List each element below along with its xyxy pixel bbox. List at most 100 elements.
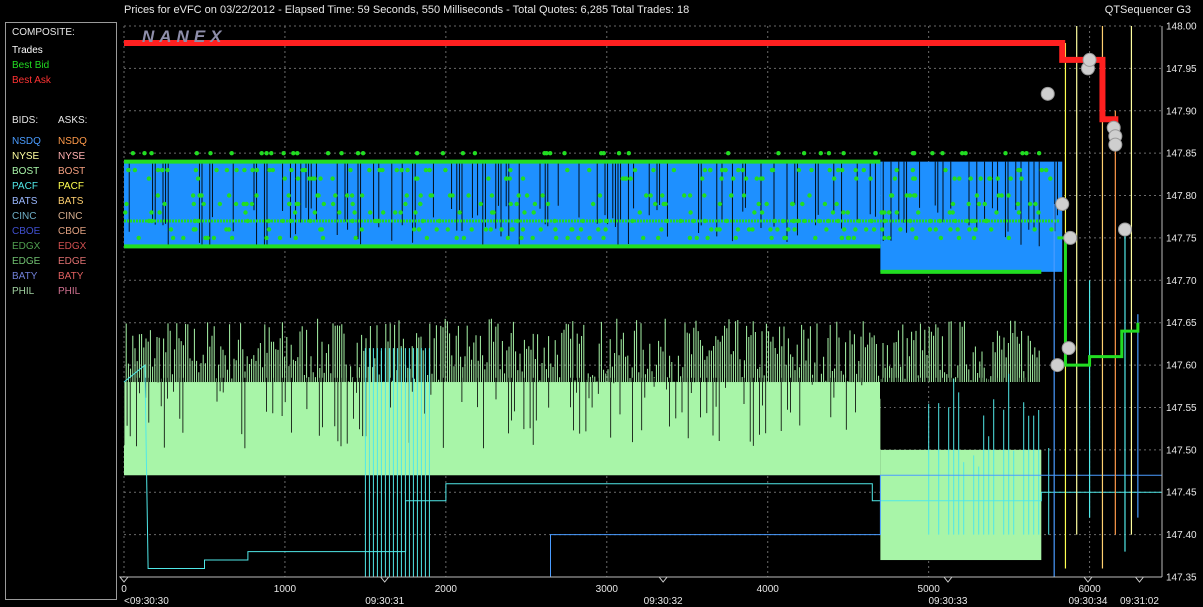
best-bid-dot [224, 227, 229, 232]
best-bid-dot [790, 201, 795, 207]
best-bid-tick [880, 219, 882, 223]
trade-marker [1061, 341, 1076, 356]
best-bid-dot [287, 201, 292, 207]
best-bid-tick [718, 219, 720, 223]
best-bid-tick [889, 219, 891, 223]
best-bid-tick [154, 219, 156, 223]
best-bid-dot [880, 210, 885, 215]
best-bid-tick [913, 219, 915, 223]
best-bid-dot [520, 176, 526, 181]
best-bid-dot [242, 167, 247, 173]
best-bid-dot [596, 227, 601, 232]
best-bid-dot [192, 227, 197, 232]
best-bid-tick [994, 219, 996, 223]
best-bid-dot [601, 151, 606, 156]
best-bid-dot [910, 167, 915, 173]
best-bid-tick [682, 219, 684, 223]
best-bid-dot [601, 235, 606, 241]
best-bid-dot [381, 210, 386, 215]
y-tick-label: 147.90 [1166, 106, 1197, 117]
best-bid-dot [259, 151, 264, 156]
best-bid-dot [553, 227, 558, 232]
best-bid-tick [952, 219, 954, 223]
best-bid-tick [244, 219, 246, 223]
best-bid-tick [478, 219, 480, 223]
best-bid-tick [1024, 219, 1026, 223]
best-bid-tick [166, 219, 168, 223]
best-bid-tick [439, 219, 441, 223]
best-bid-dot [603, 227, 608, 232]
best-bid-tick [670, 219, 672, 223]
best-bid-dot [160, 167, 165, 173]
best-bid-dot [637, 210, 642, 215]
best-bid-dot [702, 193, 707, 198]
y-tick-label: 147.45 [1166, 488, 1197, 499]
best-bid-tick [496, 219, 498, 223]
best-bid-tick [334, 219, 336, 223]
best-bid-dot [217, 201, 223, 207]
best-bid-tick [778, 219, 780, 223]
best-bid-dot [355, 151, 361, 156]
best-bid-dot [792, 227, 797, 232]
best-bid-tick [550, 219, 552, 223]
best-bid-dot [269, 151, 274, 156]
best-bid-dot [339, 151, 344, 156]
best-bid-tick [415, 219, 417, 223]
best-bid-tick [502, 219, 504, 223]
best-bid-tick [238, 219, 240, 223]
best-bid-dot [405, 167, 410, 173]
best-bid-tick [361, 219, 363, 223]
best-bid-dot [729, 193, 734, 198]
best-bid-dot [845, 210, 850, 215]
best-bid-dot [296, 201, 301, 207]
best-bid-tick [307, 219, 309, 223]
best-bid-dot [1015, 201, 1021, 207]
best-bid-tick [679, 219, 681, 223]
best-bid-tick [1057, 219, 1059, 223]
best-bid-tick [181, 219, 183, 223]
best-bid-tick [934, 219, 936, 223]
best-bid-dot [590, 201, 596, 207]
best-bid-tick [553, 219, 555, 223]
best-bid-tick [748, 219, 750, 223]
best-bid-tick [175, 219, 177, 223]
best-bid-dot [754, 176, 759, 181]
best-bid-dot [966, 201, 971, 207]
best-bid-tick [979, 219, 981, 223]
best-bid-dot [842, 227, 847, 232]
best-bid-tick [409, 219, 411, 223]
best-bid-tick [586, 219, 588, 223]
best-bid-dot [197, 193, 202, 198]
best-bid-dot [460, 151, 466, 156]
best-bid-tick [394, 219, 396, 223]
best-bid-dot [214, 167, 219, 173]
best-bid-dot [368, 210, 373, 215]
best-bid-dot [886, 210, 892, 215]
best-bid-tick [256, 219, 258, 223]
best-bid-tick [946, 219, 948, 223]
best-bid-dot [845, 235, 851, 241]
best-bid-tick [265, 219, 267, 223]
best-bid-dot [350, 201, 355, 207]
best-bid-dot [801, 151, 807, 156]
trade-marker [1055, 197, 1070, 212]
best-bid-dot [325, 151, 331, 156]
y-tick-label: 147.60 [1166, 361, 1197, 372]
best-bid-tick [421, 219, 423, 223]
best-bid-tick [436, 219, 438, 223]
best-bid-tick [1015, 219, 1017, 223]
best-bid-dot [507, 176, 512, 181]
best-bid-dot [733, 235, 738, 241]
best-bid-dot [947, 210, 952, 215]
best-bid-tick [907, 219, 909, 223]
best-bid-tick [262, 219, 264, 223]
best-bid-tick [628, 219, 630, 223]
best-bid-tick [226, 219, 228, 223]
best-bid-dot [393, 210, 398, 215]
best-bid-dot [295, 176, 301, 181]
best-bid-tick [202, 219, 204, 223]
best-bid-dot [466, 193, 471, 198]
best-bid-tick [400, 219, 402, 223]
best-bid-tick [481, 219, 483, 223]
best-bid-tick [460, 219, 462, 223]
